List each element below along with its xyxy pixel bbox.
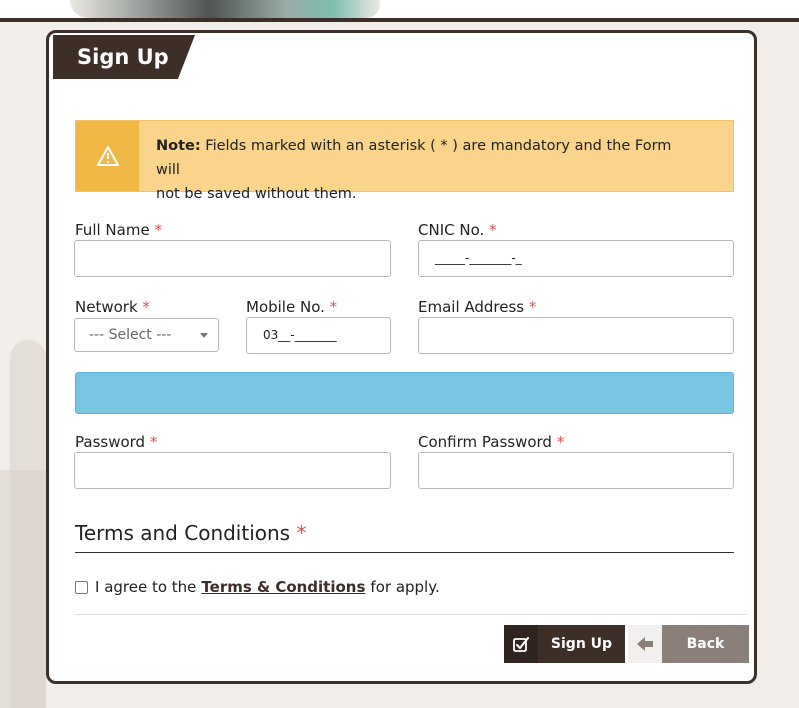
background-tower-left-base: [0, 470, 46, 708]
note-label: Note:: [156, 138, 201, 154]
cnic-input[interactable]: _____-_______-_: [418, 240, 734, 277]
header-banner-art: [70, 0, 380, 18]
confirm-password-label: Confirm Password *: [418, 433, 565, 451]
agree-suffix: for apply.: [370, 578, 440, 596]
required-mark: *: [296, 521, 307, 545]
mobile-label: Mobile No. *: [246, 298, 338, 316]
signup-button[interactable]: Sign Up: [504, 625, 625, 663]
form-title: Sign Up: [53, 35, 195, 79]
full-name-input[interactable]: [74, 240, 391, 277]
back-button-label: Back: [686, 636, 725, 652]
network-select[interactable]: --- Select ---: [74, 318, 219, 352]
required-mark: *: [556, 433, 565, 451]
required-mark: *: [329, 298, 338, 316]
network-label: Network *: [75, 298, 150, 316]
password-label: Password *: [75, 433, 158, 451]
signup-button-label: Sign Up: [550, 636, 613, 652]
required-mark: *: [528, 298, 537, 316]
footer-divider: [75, 614, 748, 615]
email-label: Email Address *: [418, 298, 537, 316]
required-mark: *: [154, 221, 162, 239]
password-input[interactable]: [74, 452, 391, 489]
terms-heading: Terms and Conditions *: [75, 521, 307, 545]
confirm-password-input[interactable]: [418, 452, 734, 489]
terms-divider: [75, 552, 734, 553]
required-mark: *: [142, 298, 150, 316]
warning-icon: [76, 121, 139, 191]
note-line1: Fields marked with an asterisk ( * ) are…: [156, 138, 672, 178]
full-name-label: Full Name *: [75, 221, 162, 239]
mobile-input[interactable]: 03__-_______: [246, 317, 391, 354]
signup-card: Sign Up Note: Fields marked with an aste…: [46, 30, 757, 684]
required-mark: *: [489, 221, 497, 239]
header-rule: [0, 18, 799, 22]
note-line2: not be saved without them.: [156, 186, 357, 202]
cnic-label: CNIC No. *: [418, 221, 497, 239]
agree-row: I agree to the Terms & Conditions for ap…: [75, 578, 440, 596]
email-input[interactable]: [418, 317, 734, 354]
info-bar: [75, 372, 734, 414]
back-button[interactable]: Back: [628, 625, 749, 663]
agree-prefix: I agree to the: [95, 578, 197, 596]
network-selected: --- Select ---: [89, 327, 172, 343]
agree-checkbox[interactable]: [75, 580, 88, 594]
terms-link[interactable]: Terms & Conditions: [201, 578, 365, 596]
chevron-down-icon: [200, 333, 208, 338]
note-text: Note: Fields marked with an asterisk ( *…: [139, 121, 699, 202]
required-mark: *: [149, 433, 158, 451]
checkbox-check-icon: [504, 625, 538, 663]
arrow-left-icon: [628, 625, 662, 663]
mandatory-note: Note: Fields marked with an asterisk ( *…: [75, 120, 734, 202]
